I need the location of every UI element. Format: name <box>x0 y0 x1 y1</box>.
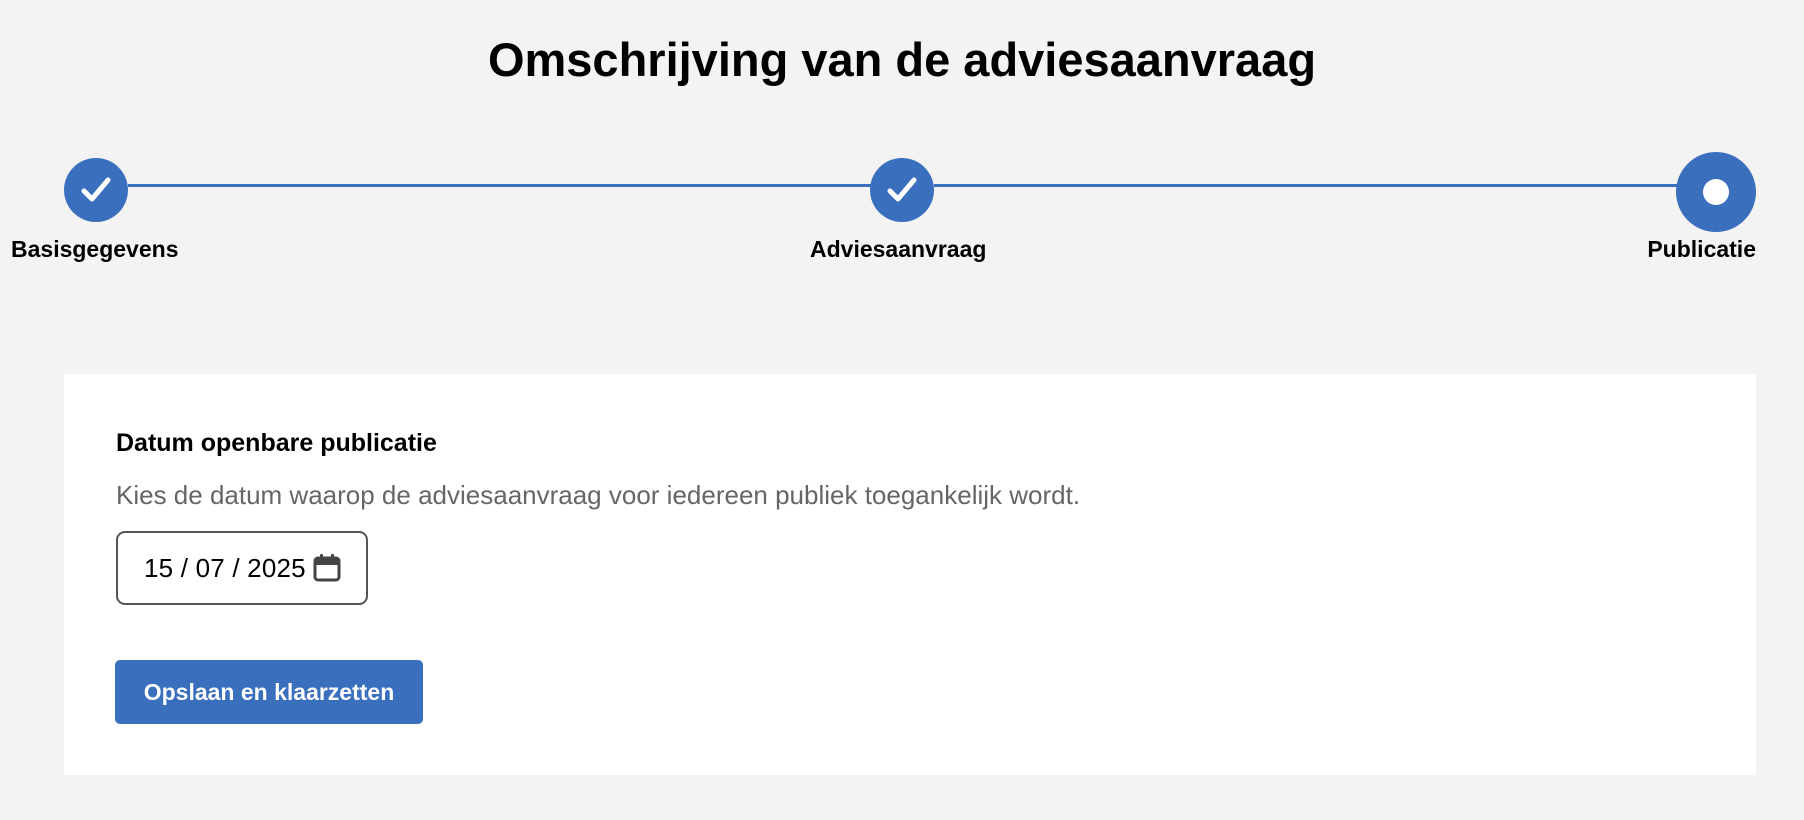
publication-date-input[interactable]: 15 / 07 / 2025 <box>116 531 368 605</box>
step-basisgegevens-label[interactable]: Basisgegevens <box>11 234 178 264</box>
date-field-hint: Kies de datum waarop de adviesaanvraag v… <box>116 480 1081 510</box>
check-icon <box>81 177 111 202</box>
step-publicatie-label: Publicatie <box>1647 236 1756 262</box>
progress-stepper: Basisgegevens Adviesaanvraag Publicatie <box>0 0 1804 280</box>
step-connector-2 <box>934 184 1680 187</box>
save-and-prepare-button[interactable]: Opslaan en klaarzetten <box>115 660 423 724</box>
form-card: Datum openbare publicatie Kies de datum … <box>64 374 1756 775</box>
check-icon <box>887 177 917 202</box>
date-value[interactable]: 15 / 07 / 2025 <box>144 553 306 584</box>
step-publicatie-indicator <box>1676 152 1756 232</box>
step-basisgegevens-indicator[interactable] <box>64 158 128 222</box>
step-connector-1 <box>128 184 872 187</box>
step-adviesaanvraag-indicator[interactable] <box>870 158 934 222</box>
calendar-icon[interactable] <box>312 553 342 583</box>
date-field-label: Datum openbare publicatie <box>116 429 437 457</box>
current-dot-icon <box>1703 179 1729 205</box>
step-adviesaanvraag-label[interactable]: Adviesaanvraag <box>810 234 986 264</box>
